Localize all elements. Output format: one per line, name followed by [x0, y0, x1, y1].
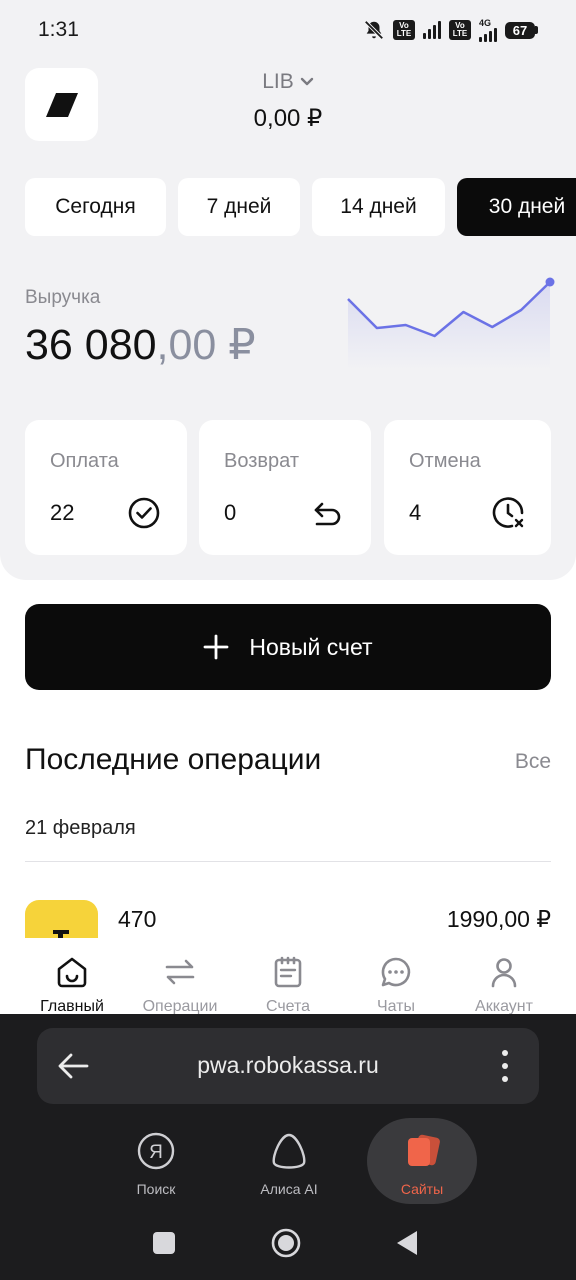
sites-icon: [408, 1134, 440, 1166]
revenue-label: Выручка: [25, 287, 101, 308]
browser-search-button[interactable]: Я Поиск: [101, 1132, 211, 1202]
url-bar[interactable]: pwa.robokassa.ru: [37, 1028, 539, 1104]
alice-icon: [272, 1133, 306, 1169]
new-invoice-label: Новый счет: [249, 633, 373, 660]
back-button-icon[interactable]: [395, 1229, 419, 1257]
operation-row[interactable]: 470 1990,00 ₽: [25, 900, 551, 938]
tab-30-days[interactable]: 30 дней: [457, 178, 576, 236]
revenue-sparkline: [347, 277, 555, 370]
signal-icon: [423, 21, 441, 39]
nav-invoices[interactable]: Счета: [233, 938, 343, 1014]
operation-amount: 1990,00 ₽: [446, 906, 551, 932]
stat-value: 4: [409, 500, 422, 525]
home-icon: [57, 957, 87, 988]
more-menu-icon[interactable]: [501, 1050, 509, 1082]
nav-home[interactable]: Главный: [17, 938, 127, 1014]
chat-icon: [381, 957, 411, 987]
stat-value: 0: [224, 500, 237, 525]
all-operations-link[interactable]: Все: [515, 750, 551, 774]
operation-name: 470: [118, 906, 157, 932]
robokassa-logo-icon: [45, 92, 78, 117]
nav-chats[interactable]: Чаты: [341, 938, 451, 1014]
plus-icon: [204, 634, 229, 660]
recent-operations-title: Последние операции: [25, 743, 322, 776]
nav-account[interactable]: Аккаунт: [449, 938, 559, 1014]
account-balance: 0,00 ₽: [253, 105, 323, 132]
stat-card-refund[interactable]: Возврат 0: [199, 420, 371, 555]
bell-muted-icon: [364, 20, 384, 40]
invoice-icon: [274, 956, 302, 988]
stat-card-payment[interactable]: Оплата 22: [25, 420, 187, 555]
transfer-arrows-icon: [165, 959, 195, 985]
revenue-value: 36 080,00 ₽: [25, 321, 256, 369]
volte-badge: Vo LTE: [393, 20, 415, 40]
nav-operations[interactable]: Операции: [125, 938, 235, 1014]
system-nav-bar: [0, 1226, 576, 1266]
operations-date: 21 февраля: [25, 817, 136, 839]
user-icon: [491, 958, 517, 988]
clock-cancel-icon: [492, 497, 524, 528]
stat-card-cancel[interactable]: Отмена 4: [384, 420, 551, 555]
divider: [25, 861, 551, 862]
volte-badge-2: Vo LTE: [449, 20, 471, 40]
svg-text:Я: Я: [149, 1142, 163, 1163]
stat-label: Отмена: [409, 450, 481, 472]
stat-value: 22: [50, 500, 75, 525]
status-icons: Vo LTE Vo LTE 4G 67: [363, 16, 538, 44]
app-logo[interactable]: [25, 68, 98, 141]
tab-7-days[interactable]: 7 дней: [178, 178, 300, 236]
account-name: LIB: [262, 70, 294, 93]
tab-14-days[interactable]: 14 дней: [312, 178, 445, 236]
bottom-nav: Главный Операции Счета Чаты Аккаунт: [0, 938, 576, 1014]
browser-alice-button[interactable]: Алиса AI: [234, 1132, 344, 1202]
browser-sites-button[interactable]: Сайты: [367, 1118, 477, 1204]
status-bar: 1:31 Vo LTE Vo LTE 4G 67: [0, 0, 576, 62]
check-circle-icon: [128, 497, 160, 529]
operation-thumbnail: [25, 900, 98, 938]
stat-label: Возврат: [224, 450, 299, 472]
home-button-icon[interactable]: [270, 1227, 302, 1259]
battery-icon: 67: [505, 21, 538, 39]
browser-chrome: pwa.robokassa.ru Я Поиск Алиса AI Сайты: [0, 1014, 576, 1280]
tab-today[interactable]: Сегодня: [25, 178, 166, 236]
account-selector[interactable]: LIB 0,00 ₽: [200, 70, 376, 133]
signal-4g-icon: 4G: [479, 18, 497, 42]
stat-label: Оплата: [50, 450, 119, 472]
recents-button[interactable]: [153, 1232, 175, 1254]
new-invoice-button[interactable]: Новый счет: [25, 604, 551, 690]
yandex-search-icon: Я: [137, 1132, 175, 1170]
sparkline-end-point: [545, 277, 555, 287]
sparkline-area: [348, 282, 550, 370]
url-text[interactable]: pwa.robokassa.ru: [37, 1052, 539, 1079]
chevron-down-icon: [300, 77, 313, 86]
status-time: 1:31: [38, 18, 79, 41]
return-arrow-icon: [314, 502, 341, 526]
